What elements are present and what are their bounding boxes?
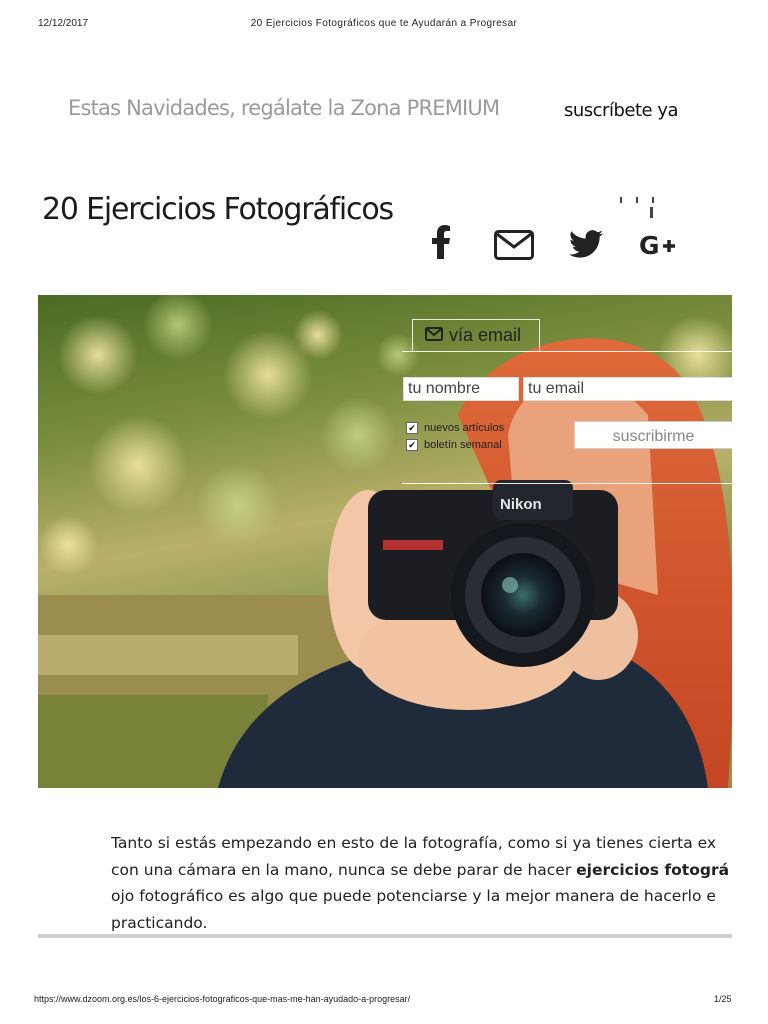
- mail-icon[interactable]: [494, 230, 534, 260]
- checkbox-checked-icon[interactable]: ✔: [406, 439, 418, 451]
- form-divider: [402, 483, 732, 484]
- google-plus-icon[interactable]: G: [639, 232, 681, 258]
- hero-photo: Nikon: [38, 295, 732, 788]
- twitter-icon[interactable]: [569, 230, 603, 258]
- bold-link-text[interactable]: ejercicios fotográ: [576, 861, 729, 879]
- checkbox-label: nuevos artículos: [424, 422, 505, 434]
- checkbox-label: boletín semanal: [424, 439, 502, 451]
- via-email-label: vía email: [449, 325, 522, 345]
- subscribe-button[interactable]: suscribirme: [574, 421, 732, 449]
- envelope-icon: [425, 325, 443, 346]
- email-input[interactable]: [523, 377, 732, 401]
- facebook-icon[interactable]: [430, 225, 452, 259]
- intro-line: con una cámara en la mano, nunca se debe…: [111, 860, 730, 879]
- checkbox-new-articles[interactable]: ✔ nuevos artículos: [406, 422, 504, 434]
- svg-text:Nikon: Nikon: [500, 496, 542, 513]
- article-title: 20 Ejercicios Fotográficos: [42, 192, 394, 227]
- intro-line: Tanto si estás empezando en esto de la f…: [111, 834, 717, 852]
- print-page-number: 1/25: [714, 994, 732, 1004]
- checkbox-weekly-newsletter[interactable]: ✔ boletín semanal: [406, 439, 502, 451]
- print-url: https://www.dzoom.org.es/los-6-ejercicio…: [34, 994, 411, 1004]
- print-page-title: 20 Ejercicios Fotográficos que te Ayudar…: [250, 18, 518, 29]
- checkbox-checked-icon[interactable]: ✔: [406, 422, 418, 434]
- name-input[interactable]: [403, 377, 519, 401]
- article-intro: Tanto si estás empezando en esto de la f…: [111, 830, 732, 936]
- svg-text:G: G: [639, 232, 660, 258]
- section-divider: [38, 934, 732, 938]
- subscribe-cta-link[interactable]: suscríbete ya: [564, 100, 679, 121]
- tab-divider: [402, 351, 732, 352]
- intro-line: practicando.: [111, 913, 208, 932]
- intro-line: ojo fotográfico es algo que puede potenc…: [111, 887, 716, 905]
- via-email-tab[interactable]: vía email: [412, 319, 540, 351]
- promo-banner-text: Estas Navidades, regálate la Zona PREMIU…: [68, 96, 500, 120]
- title-overflow-fragment: [560, 188, 730, 218]
